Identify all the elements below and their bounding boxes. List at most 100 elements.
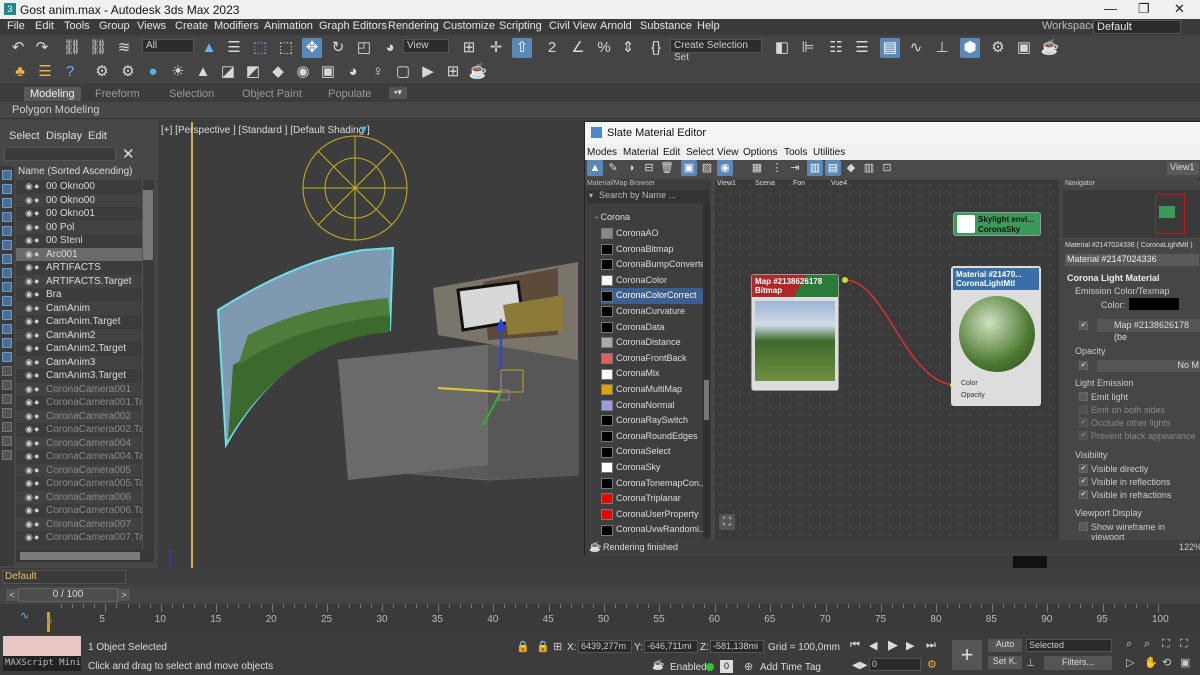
visible-directly-checkbox[interactable]: ✔ [1079, 464, 1088, 473]
browser-search-input[interactable]: Search by Name ... [587, 190, 709, 203]
visibility-eye-icon[interactable]: ◉ [25, 329, 34, 342]
y-coordinate-field[interactable]: -646,711mi [644, 640, 698, 653]
display-none-icon[interactable] [2, 170, 12, 180]
slate-reset-icon[interactable]: ⊟ [641, 160, 657, 176]
menu-create[interactable]: Create [175, 20, 208, 32]
time-tag-icon[interactable]: 0 [720, 660, 733, 673]
map-browser-item[interactable]: CoronaColorCorrect [601, 288, 705, 304]
maxscript-listener[interactable] [3, 636, 81, 656]
scene-row[interactable]: ◉● CoronaCamera007.Targ [16, 531, 154, 544]
region-icon[interactable]: ⊞ [443, 62, 463, 82]
tab-freeform[interactable]: Freeform [95, 88, 140, 100]
adaptive-degradation-icon[interactable]: ☕ [652, 660, 664, 671]
opacity-port-label[interactable]: Opacity [961, 392, 985, 399]
visibility-eye-icon[interactable]: ◉ [25, 396, 34, 409]
menu-tools[interactable]: Tools [64, 20, 90, 32]
scene-row[interactable]: ◉● CoronaCamera001.Targ [16, 396, 154, 409]
view-right-dropdown[interactable]: View1 [1167, 162, 1199, 175]
close-icon[interactable]: ✕ [122, 145, 135, 163]
previous-frame-icon[interactable]: ◀ [869, 639, 877, 652]
polygon-modeling-label[interactable]: Polygon Modeling [12, 104, 99, 116]
snaps-toggle-icon[interactable]: 2 [542, 38, 562, 58]
slate-navigator-icon[interactable]: ▥ [861, 160, 877, 176]
align-icon[interactable]: ⊫ [798, 38, 818, 58]
visibility-eye-icon[interactable]: ◉ [25, 180, 34, 193]
slate-layout-icon[interactable]: ▦ [749, 160, 765, 176]
render-setup-icon[interactable]: ⚙ [988, 38, 1008, 58]
slate-assign-icon[interactable]: ◑ [623, 160, 639, 176]
explorer-select-menu[interactable]: Select [9, 130, 40, 142]
explorer-edit-menu[interactable]: Edit [88, 130, 107, 142]
percent-snap-icon[interactable]: % [594, 38, 614, 58]
display-invert-icon[interactable] [2, 380, 12, 390]
scene-row[interactable]: ◉● CamAnim3.Target [16, 369, 154, 382]
ipr-icon[interactable]: ▶ [418, 62, 438, 82]
select-by-name-icon[interactable]: ☰ [224, 38, 244, 58]
pan-icon[interactable]: ✋ [1144, 656, 1158, 669]
map-browser-item[interactable]: CoronaData [601, 320, 705, 336]
map-browser-item[interactable]: CoronaUvwRandomi... [601, 522, 707, 538]
tab-populate[interactable]: Populate [328, 88, 371, 100]
visible-reflections-checkbox[interactable]: ✔ [1079, 477, 1088, 486]
viewport-filter-icon[interactable]: ▼ [358, 124, 369, 136]
slate-options-icon[interactable]: ⊡ [879, 160, 895, 176]
decal-icon[interactable]: ◆ [268, 62, 288, 82]
lock-selection-icon[interactable]: 🔒 [536, 640, 550, 653]
prevent-black-checkbox[interactable]: ✔ [1079, 431, 1088, 440]
toggle-ribbon-icon[interactable]: ▤ [880, 38, 900, 58]
material-library-icon[interactable]: ◕ [343, 62, 363, 82]
place-icon[interactable]: ◕ [380, 38, 400, 58]
layer-explorer-icon[interactable]: ☰ [852, 38, 872, 58]
z-coordinate-field[interactable]: -581,138mi [710, 640, 764, 653]
scene-row[interactable]: ◉● CoronaCamera007 [16, 517, 154, 531]
navigator-view[interactable] [1063, 190, 1200, 238]
rendered-frame-icon[interactable]: ▣ [1014, 38, 1034, 58]
corona-light-icon[interactable]: ● [143, 62, 163, 82]
map-browser-item[interactable]: CoronaMix [601, 366, 705, 382]
scene-row[interactable]: ◉● ARTIFACTS.Target [16, 274, 154, 288]
maxscript-mini[interactable]: MAXScript Mini [3, 656, 81, 671]
tab-object-paint[interactable]: Object Paint [242, 88, 302, 100]
key-mode-icon[interactable]: ◀▶ [852, 660, 867, 671]
slate-sample-icon[interactable]: ◉ [717, 160, 733, 176]
selection-filter-dropdown[interactable]: All [142, 39, 194, 53]
rollout-title[interactable]: Corona Light Material [1067, 273, 1160, 283]
scene-row[interactable]: ◉● CoronaCamera006 [16, 490, 154, 504]
zoom-extents-icon[interactable]: ⛶ [1162, 638, 1170, 651]
visibility-eye-icon[interactable]: ◉ [25, 261, 34, 274]
menu-rendering[interactable]: Rendering [388, 20, 439, 32]
slate-parameter-editor-icon[interactable]: ▤ [825, 160, 841, 176]
map-browser-item[interactable]: CoronaMultiMap [601, 382, 705, 398]
current-layer-dropdown[interactable]: Default [2, 570, 126, 584]
emission-map-button[interactable]: Map #2138626178 (be [1097, 319, 1200, 342]
slate-material-map-browser-icon[interactable]: ▥ [807, 160, 823, 176]
go-to-end-icon[interactable]: ⏭ [926, 639, 936, 652]
slate-menu-utilities[interactable]: Utilities [813, 147, 845, 158]
visibility-eye-icon[interactable]: ◉ [25, 356, 34, 369]
undo-icon[interactable]: ↶ [8, 38, 28, 58]
scene-list-scroll-thumb[interactable] [143, 190, 153, 260]
display-spacewarps-icon[interactable] [2, 254, 12, 264]
visibility-eye-icon[interactable]: ◉ [25, 383, 34, 396]
visibility-eye-icon[interactable]: ◉ [25, 315, 34, 328]
add-time-tag[interactable]: Add Time Tag [760, 662, 821, 673]
render-settings-icon[interactable]: ⚙ [118, 62, 138, 82]
slate-menu-view[interactable]: View [717, 147, 739, 158]
visibility-eye-icon[interactable]: ◉ [25, 275, 34, 288]
map-browser-item[interactable]: CoronaUserProperty [601, 507, 705, 523]
viewport-label[interactable]: [+] [Perspective ] [Standard ] [Default … [161, 125, 370, 136]
map-browser-item[interactable]: CoronaColor [601, 273, 705, 289]
display-none-toggle-icon[interactable] [2, 366, 12, 376]
pan-view-icon[interactable]: ⛶ [719, 514, 735, 530]
teapot-icon[interactable]: ☕ [468, 62, 488, 82]
map-browser-item[interactable]: CoronaNormal [601, 398, 705, 414]
visibility-eye-icon[interactable]: ◉ [25, 207, 34, 220]
map-browser-item[interactable]: CoronaRaySwitch [601, 413, 705, 429]
visibility-eye-icon[interactable]: ◉ [25, 464, 34, 477]
set-key-button[interactable]: Set K. [988, 656, 1022, 669]
rect-selection-icon[interactable]: ⬚ [250, 38, 270, 58]
display-all-icon[interactable] [2, 352, 12, 362]
map-browser-item[interactable]: CoronaCurvature [601, 304, 705, 320]
curve-editor-toggle-icon[interactable]: ∿ [20, 609, 29, 622]
move-icon[interactable]: ✥ [302, 38, 322, 58]
